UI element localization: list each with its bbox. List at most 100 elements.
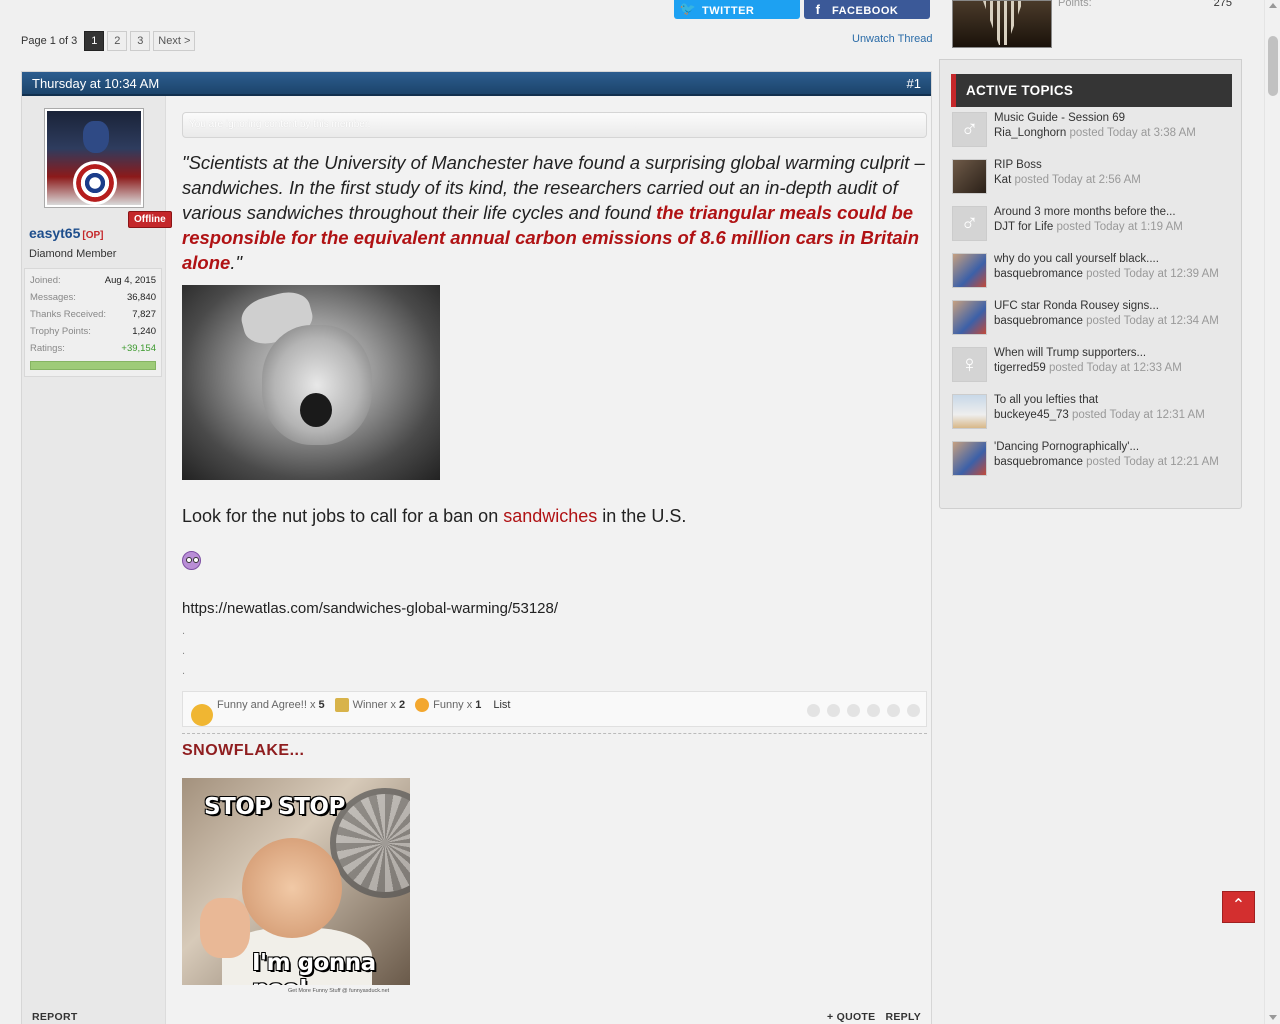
rate-trophy-icon[interactable] (887, 704, 900, 717)
rating-bar (30, 361, 156, 370)
stat-messages: Messages: 36,840 (30, 292, 156, 303)
user-avatar[interactable] (952, 441, 987, 476)
topic-user[interactable]: Kat (994, 174, 1011, 186)
reaction-funny-agree[interactable]: Funny and Agree!! x5 (217, 699, 325, 711)
next-page-button[interactable]: Next > (153, 31, 196, 51)
sidebar-user-avatar[interactable] (952, 0, 1052, 48)
points-label: Points: (1058, 0, 1092, 9)
stat-joined: Joined: Aug 4, 2015 (30, 275, 156, 286)
list-item[interactable]: ♀ When will Trump supporters... tigerred5… (952, 347, 1242, 394)
rate-icons (800, 704, 920, 717)
male-symbol-icon[interactable]: ♂ (952, 112, 987, 147)
post-date[interactable]: Thursday at 10:34 AM (32, 76, 159, 91)
topic-title[interactable]: Around 3 more months before the... (994, 205, 1183, 220)
female-symbol-icon[interactable]: ♀ (952, 347, 987, 382)
quote-button[interactable]: + QUOTE (827, 1011, 875, 1023)
rate-check-icon[interactable] (827, 704, 840, 717)
list-item[interactable]: why do you call yourself black.... basque… (952, 253, 1242, 300)
meme-credit: Get More Funny Stuff @ funnyasduck.net (288, 988, 390, 994)
post-number[interactable]: #1 (907, 76, 921, 91)
points-value: 275 (1213, 0, 1232, 9)
back-to-top-button[interactable]: ⌃ (1222, 891, 1255, 923)
topic-title[interactable]: To all you lefties that (994, 393, 1205, 408)
rate-like-icon[interactable] (807, 704, 820, 717)
user-avatar[interactable] (952, 300, 987, 335)
twitter-bird-icon: 🐦 (679, 1, 697, 16)
page-3-button[interactable]: 3 (130, 31, 151, 51)
report-button[interactable]: REPORT (32, 1011, 78, 1023)
laugh-icon (415, 697, 430, 712)
topic-user[interactable]: DJT for Life (994, 221, 1053, 233)
topic-user[interactable]: buckeye45_73 (994, 409, 1069, 421)
page-label: Page 1 of 3 (21, 35, 78, 47)
active-topics-list: ♂ Music Guide - Session 69 Ria_Longhorn p… (952, 112, 1242, 488)
unwatch-thread-link[interactable]: Unwatch Thread (852, 33, 933, 45)
meme-top-caption: STOP STOP (204, 794, 345, 820)
meme-image[interactable]: STOP STOP I'm gonna pee! (182, 778, 410, 985)
facebook-f-icon: f (815, 2, 821, 17)
page-2-button[interactable]: 2 (107, 31, 128, 51)
page-1-button[interactable]: 1 (84, 31, 105, 51)
reply-button[interactable]: REPLY (885, 1011, 921, 1023)
user-avatar[interactable] (952, 159, 987, 194)
status-badge: Offline (128, 211, 172, 228)
stat-ratings: Ratings: +39,154 (30, 343, 156, 354)
meme-bottom-caption: I'm gonna pee! (252, 950, 376, 985)
dots: ... (182, 625, 186, 677)
message-body: You are ignoring content by this member.… (182, 112, 927, 994)
post: Thursday at 10:34 AM #1 Offline easyt65[… (21, 71, 932, 1024)
user-stats: Joined: Aug 4, 2015 Messages: 36,840 Thank… (24, 268, 162, 377)
twitter-share-button[interactable]: 🐦 TWITTER (674, 0, 800, 19)
signature-title: SNOWFLAKE... (182, 742, 305, 759)
stat-trophy: Trophy Points: 1,240 (30, 326, 156, 337)
body-text: Look for the nut jobs to call for a ban … (182, 506, 687, 526)
list-item[interactable]: ♂ Music Guide - Session 69 Ria_Longhorn p… (952, 112, 1242, 159)
facebook-share-button[interactable]: f FACEBOOK (804, 0, 930, 19)
rate-thumb-icon[interactable] (867, 704, 880, 717)
topic-title[interactable]: UFC star Ronda Rousey signs... (994, 299, 1219, 314)
topic-user[interactable]: basquebromance (994, 268, 1083, 280)
topic-title[interactable]: RIP Boss (994, 158, 1141, 173)
topic-user[interactable]: tigerred59 (994, 362, 1046, 374)
list-item[interactable]: UFC star Ronda Rousey signs... basquebrom… (952, 300, 1242, 347)
scroll-up-icon[interactable] (1269, 3, 1277, 8)
list-item[interactable]: To all you lefties that buckeye45_73 post… (952, 394, 1242, 441)
avatar[interactable] (44, 108, 144, 208)
list-item[interactable]: RIP Boss Kat posted Today at 2:56 AM (952, 159, 1242, 206)
topic-user[interactable]: basquebromance (994, 456, 1083, 468)
scrollbar-thumb[interactable] (1268, 36, 1278, 96)
star-icon (334, 697, 349, 712)
page-scrollbar[interactable] (1264, 0, 1280, 1024)
topic-title[interactable]: 'Dancing Pornographically'... (994, 440, 1219, 455)
scroll-down-icon[interactable] (1269, 1015, 1277, 1020)
user-avatar[interactable] (952, 253, 987, 288)
sandwiches-link[interactable]: sandwiches (503, 506, 597, 526)
topic-title[interactable]: Music Guide - Session 69 (994, 111, 1196, 126)
reaction-winner[interactable]: Winner x2 (334, 697, 405, 712)
topic-user[interactable]: Ria_Longhorn (994, 127, 1066, 139)
sidebar: ACTIVE TOPICS ♂ Music Guide - Session 69… (939, 59, 1242, 509)
active-topics-heading: ACTIVE TOPICS (951, 74, 1232, 107)
reactions-list-link[interactable]: List (493, 699, 510, 711)
topic-title[interactable]: why do you call yourself black.... (994, 252, 1219, 267)
post-footer: REPORT + QUOTE REPLY (32, 1011, 921, 1023)
male-symbol-icon[interactable]: ♂ (952, 206, 987, 241)
chevron-up-icon: ⌃ (1231, 897, 1246, 914)
reaction-funny[interactable]: Funny x1 (415, 697, 481, 712)
rate-smile-icon[interactable] (847, 704, 860, 717)
list-item[interactable]: ♂ Around 3 more months before the... DJT … (952, 206, 1242, 253)
username-link[interactable]: easyt65 (29, 225, 80, 241)
list-item[interactable]: 'Dancing Pornographically'... basquebroma… (952, 441, 1242, 488)
topic-user[interactable]: basquebromance (994, 315, 1083, 327)
user-info-panel: Offline easyt65 [OP] Diamond Member Joine… (22, 96, 172, 1024)
topic-title[interactable]: When will Trump supporters... (994, 346, 1182, 361)
ignored-notice: You are ignoring content by this member. (182, 112, 927, 138)
op-badge: [OP] (82, 230, 104, 241)
smiley-icon (182, 551, 201, 570)
screaming-woman-image[interactable] (182, 285, 440, 480)
article-url[interactable]: https://newatlas.com/sandwiches-global-w… (182, 600, 927, 617)
user-avatar[interactable] (952, 394, 987, 429)
rate-more-icon[interactable] (907, 704, 920, 717)
quote-text: "Scientists at the University of Manches… (182, 152, 925, 273)
stat-thanks: Thanks Received: 7,827 (30, 309, 156, 320)
